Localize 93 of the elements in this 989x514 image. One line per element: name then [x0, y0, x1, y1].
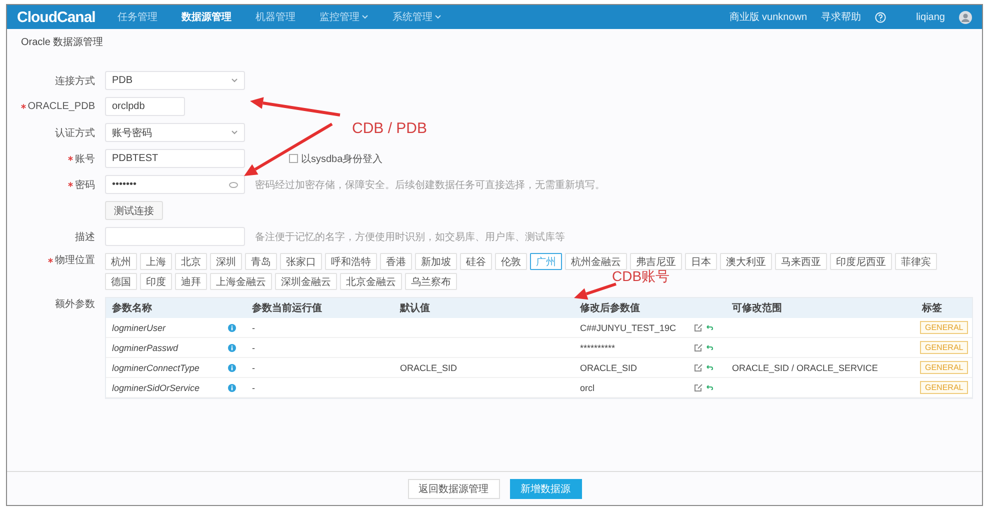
table-cell: ORACLE_SID / ORACLE_SERVICE: [726, 358, 916, 378]
tag: GENERAL: [920, 321, 968, 334]
info-icon[interactable]: [228, 384, 236, 392]
table-cell: logminerUser: [106, 318, 224, 338]
chevron-down-icon: [231, 130, 238, 135]
region-option[interactable]: 深圳金融云: [275, 273, 337, 290]
table-cell: -: [246, 358, 394, 378]
tag: GENERAL: [920, 341, 968, 354]
region-option[interactable]: 香港: [380, 253, 412, 270]
edit-icon[interactable]: [694, 363, 703, 372]
checkbox-label: 以sysdba身份登入: [301, 152, 383, 166]
select-field[interactable]: 账号密码: [105, 123, 245, 142]
input-field[interactable]: orclpdb: [105, 97, 185, 116]
field-hint: 密码经过加密存储，保障安全。后续创建数据任务可直接选择，无需重新填写。: [255, 178, 605, 192]
info-icon[interactable]: [228, 364, 236, 372]
help-icon[interactable]: [875, 12, 886, 22]
table-cell: -: [246, 318, 394, 338]
undo-icon[interactable]: [706, 365, 713, 370]
region-option[interactable]: 北京: [175, 253, 207, 270]
avatar-icon[interactable]: [959, 10, 972, 24]
region-option[interactable]: 乌兰察布: [405, 273, 457, 290]
test-connection-button[interactable]: 测试连接: [105, 201, 163, 220]
region-option[interactable]: 青岛: [245, 253, 277, 270]
region-option[interactable]: 伦敦: [495, 253, 527, 270]
field-label: 物理位置: [55, 254, 95, 267]
tag: GENERAL: [920, 381, 968, 394]
region-option[interactable]: 硅谷: [460, 253, 492, 270]
column-header: 参数名称: [106, 298, 224, 318]
column-header: 修改后参数值: [574, 298, 690, 318]
region-option[interactable]: 上海金融云: [210, 273, 272, 290]
back-button[interactable]: 返回数据源管理: [408, 478, 500, 498]
column-header: 参数当前运行值: [246, 298, 394, 318]
region-option[interactable]: 印度尼西亚: [830, 253, 892, 270]
edit-icon[interactable]: [694, 343, 703, 352]
input-field[interactable]: [105, 227, 245, 246]
table-cell: C##JUNYU_TEST_19C: [574, 318, 690, 338]
checkbox[interactable]: [289, 154, 298, 163]
field-label: ORACLE_PDB: [28, 101, 95, 112]
table-cell: -: [246, 338, 394, 358]
select-field[interactable]: PDB: [105, 71, 245, 90]
undo-icon[interactable]: [706, 325, 713, 330]
tag: GENERAL: [920, 361, 968, 374]
edition-label: 商业版 vunknown: [729, 10, 808, 24]
region-option[interactable]: 弗吉尼亚: [630, 253, 682, 270]
region-option[interactable]: 迪拜: [175, 273, 207, 290]
table-cell: **********: [574, 338, 690, 358]
region-option[interactable]: 北京金融云: [340, 273, 402, 290]
page-title: Oracle 数据源管理: [21, 36, 104, 49]
region-option[interactable]: 深圳: [210, 253, 242, 270]
edit-icon[interactable]: [694, 383, 703, 392]
field-label: 连接方式: [55, 74, 95, 88]
field-label: 描述: [75, 230, 95, 244]
region-option[interactable]: 张家口: [280, 253, 322, 270]
chevron-down-icon: [231, 78, 238, 83]
region-option[interactable]: 杭州: [105, 253, 137, 270]
region-option[interactable]: 杭州金融云: [565, 253, 627, 270]
annotation-arrow: [574, 282, 616, 300]
logo[interactable]: CloudCanal: [17, 8, 96, 26]
table-cell: logminerPasswd: [106, 338, 224, 358]
annotation-label: CDB / PDB: [352, 120, 428, 137]
table-cell: ORACLE_SID: [394, 358, 574, 378]
region-option[interactable]: 马来西亚: [775, 253, 827, 270]
region-option[interactable]: 新加坡: [415, 253, 457, 270]
edit-icon[interactable]: [694, 323, 703, 332]
table-cell: logminerSidOrService: [106, 378, 224, 398]
table-cell: ORACLE_SID: [574, 358, 690, 378]
input-field[interactable]: PDBTEST: [105, 149, 245, 168]
column-header: 默认值: [394, 298, 574, 318]
field-label: 额外参数: [55, 298, 95, 311]
region-option[interactable]: 德国: [105, 273, 137, 290]
undo-icon[interactable]: [706, 385, 713, 390]
field-label: 认证方式: [55, 126, 95, 140]
info-icon[interactable]: [228, 324, 236, 332]
region-option[interactable]: 呼和浩特: [325, 253, 377, 270]
column-header: 标签: [916, 298, 972, 318]
eye-icon[interactable]: [229, 182, 238, 188]
table-cell: orcl: [574, 378, 690, 398]
region-option[interactable]: 上海: [140, 253, 172, 270]
region-option[interactable]: 日本: [685, 253, 717, 270]
annotation-label: CDB账号: [612, 268, 670, 286]
table-cell: -: [246, 378, 394, 398]
info-icon[interactable]: [228, 344, 236, 352]
table-cell: logminerConnectType: [106, 358, 224, 378]
field-label: 密码: [75, 178, 95, 192]
region-option[interactable]: 菲律宾: [895, 253, 937, 270]
undo-icon[interactable]: [706, 345, 713, 350]
field-hint: 备注便于记忆的名字，方便使用时识别，如交易库、用户库、测试库等: [255, 230, 565, 244]
nav-menu-item[interactable]: 数据源管理: [181, 10, 232, 24]
field-label: 账号: [75, 152, 95, 166]
region-option[interactable]: 澳大利亚: [720, 253, 772, 270]
column-header: 可修改范围: [726, 298, 916, 318]
region-option[interactable]: 印度: [140, 273, 172, 290]
input-field[interactable]: •••••••: [105, 175, 245, 194]
